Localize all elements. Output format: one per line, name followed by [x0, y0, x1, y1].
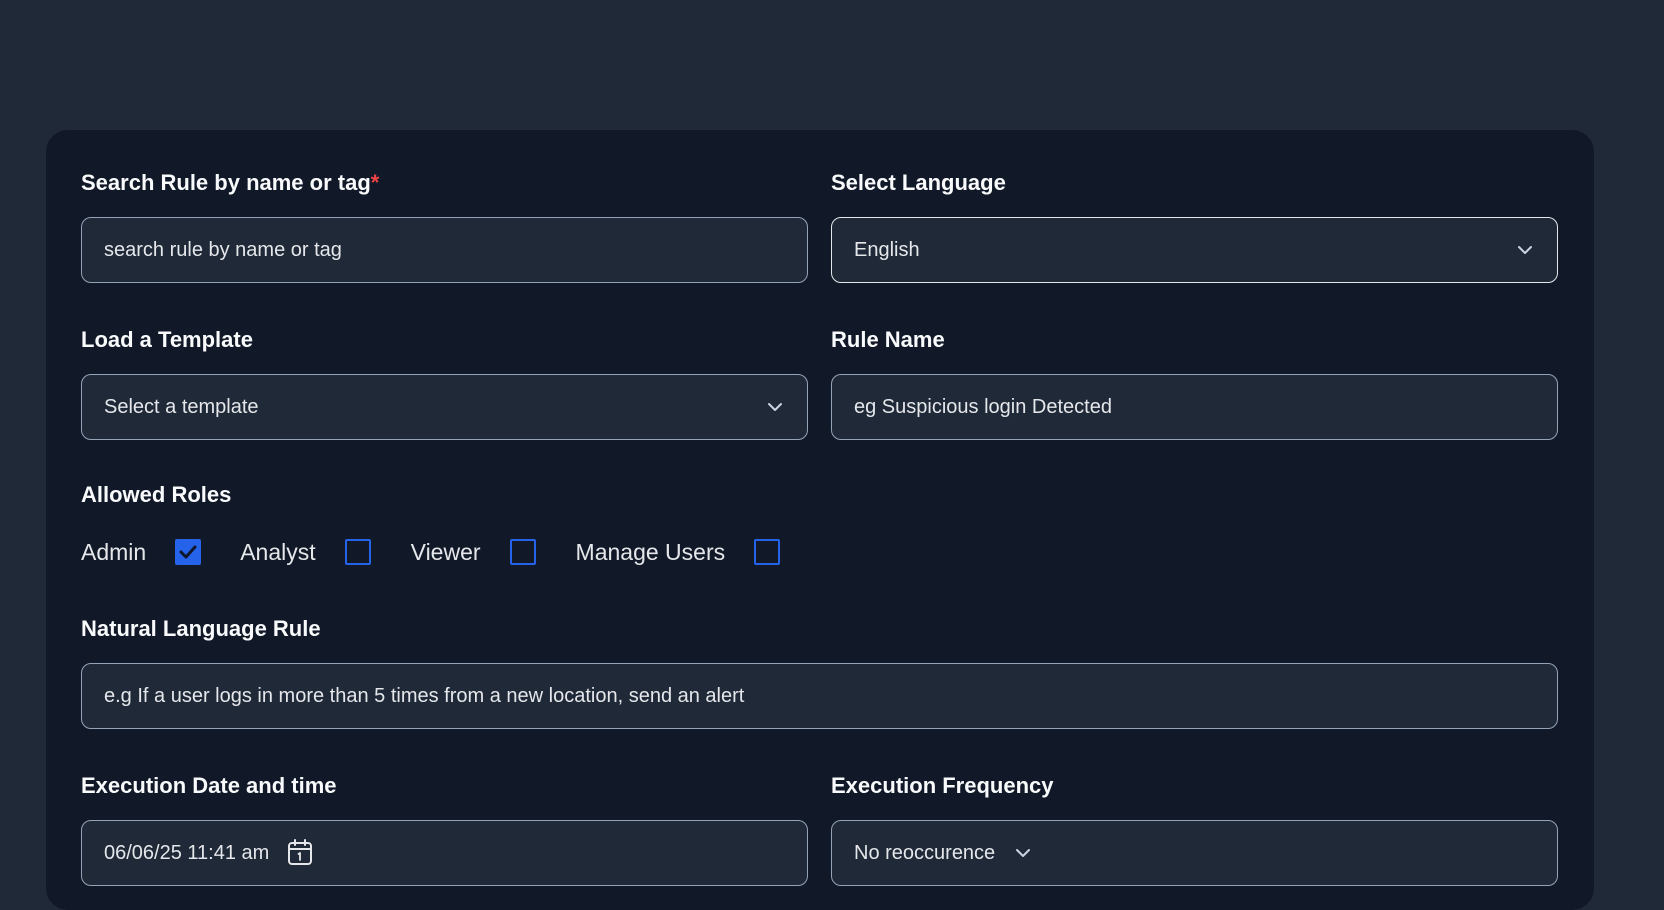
- chevron-down-icon: [1013, 843, 1033, 863]
- search-rule-placeholder: search rule by name or tag: [104, 238, 342, 261]
- natural-language-rule-label: Natural Language Rule: [81, 616, 321, 641]
- select-language-label: Select Language: [831, 170, 1006, 195]
- execution-datetime-label: Execution Date and time: [81, 773, 337, 798]
- allowed-roles-group: Admin Analyst Viewer Manage Users: [81, 536, 781, 568]
- search-rule-label: Search Rule by name or tag*: [81, 170, 380, 195]
- execution-frequency-label: Execution Frequency: [831, 773, 1054, 798]
- template-select[interactable]: Select a template: [81, 374, 808, 440]
- chevron-down-icon: [1515, 240, 1535, 260]
- search-rule-input[interactable]: search rule by name or tag: [81, 217, 808, 283]
- rule-name-input[interactable]: eg Suspicious login Detected: [831, 374, 1558, 440]
- required-asterisk: *: [370, 170, 380, 195]
- role-label: Viewer: [410, 538, 481, 565]
- role-viewer[interactable]: Viewer: [411, 539, 536, 566]
- calendar-icon[interactable]: [287, 839, 313, 867]
- execution-datetime-input[interactable]: 06/06/25 11:41 am: [81, 820, 808, 886]
- role-label: Admin: [81, 538, 147, 565]
- viewer-checkbox[interactable]: [509, 539, 536, 565]
- admin-checkbox[interactable]: [175, 539, 202, 565]
- role-manage-users[interactable]: Manage Users: [576, 539, 781, 566]
- natural-language-rule-placeholder: e.g If a user logs in more than 5 times …: [104, 684, 745, 707]
- language-select-value: English: [854, 238, 920, 261]
- analyst-checkbox[interactable]: [344, 539, 371, 565]
- rule-name-label: Rule Name: [831, 327, 945, 352]
- role-label: Analyst: [240, 538, 316, 565]
- rule-name-placeholder: eg Suspicious login Detected: [854, 395, 1112, 418]
- language-select[interactable]: English: [831, 217, 1558, 283]
- chevron-down-icon: [765, 397, 785, 417]
- load-template-label: Load a Template: [81, 327, 253, 352]
- role-label: Manage Users: [575, 538, 726, 565]
- role-analyst[interactable]: Analyst: [240, 538, 371, 566]
- execution-frequency-select[interactable]: No reoccurence: [831, 820, 1558, 886]
- manage-users-checkbox[interactable]: [754, 539, 781, 565]
- execution-datetime-value: 06/06/25 11:41 am: [104, 841, 270, 864]
- role-admin[interactable]: Admin: [81, 538, 202, 566]
- allowed-roles-label: Allowed Roles: [81, 482, 232, 507]
- natural-language-rule-input[interactable]: e.g If a user logs in more than 5 times …: [81, 663, 1558, 729]
- template-select-placeholder: Select a template: [104, 395, 259, 418]
- check-icon: [179, 545, 197, 559]
- execution-frequency-value: No reoccurence: [854, 841, 996, 864]
